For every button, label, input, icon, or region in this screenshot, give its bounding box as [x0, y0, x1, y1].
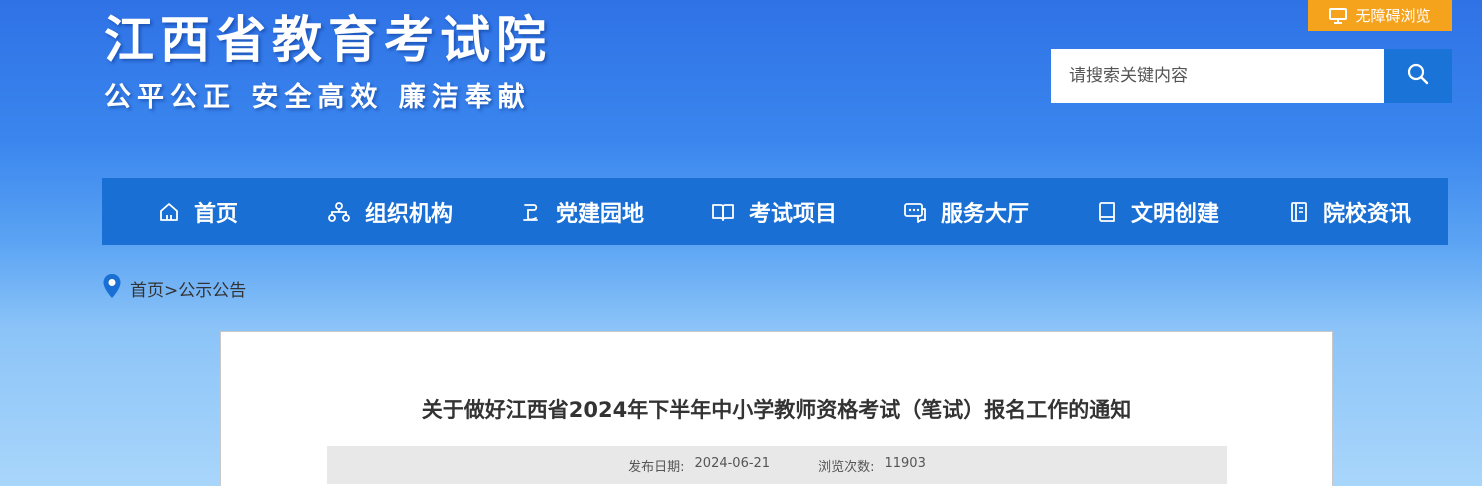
article-title: 关于做好江西省2024年下半年中小学教师资格考试（笔试）报名工作的通知: [421, 398, 1132, 422]
breadcrumb-current-link[interactable]: 公示公告: [178, 281, 246, 301]
nav-item-home[interactable]: 首页: [102, 178, 294, 245]
document-icon: [1289, 201, 1309, 223]
accessibility-label: 无障碍浏览: [1355, 7, 1431, 25]
search-box: [1051, 49, 1452, 103]
site-title: 江西省教育考试院: [104, 11, 552, 69]
home-icon: [158, 201, 180, 223]
nav-item-organization[interactable]: 组织机构: [294, 178, 486, 245]
search-icon: [1407, 63, 1429, 89]
breadcrumb: 首页>公示公告: [102, 273, 246, 304]
nav-item-school-news[interactable]: 院校资讯: [1254, 178, 1446, 245]
nav-item-label: 院校资讯: [1322, 201, 1411, 227]
nav-item-label: 文明创建: [1130, 201, 1219, 227]
book-open-icon: [711, 202, 735, 222]
site-slogan: 公平公正 安全高效 廉洁奉献: [104, 82, 531, 113]
accessibility-button[interactable]: 无障碍浏览: [1308, 0, 1452, 31]
party-building-icon: [520, 201, 542, 223]
publish-date: 2024-06-21: [694, 455, 771, 471]
nav-item-exam-projects[interactable]: 考试项目: [678, 178, 870, 245]
service-chat-icon: [903, 201, 927, 223]
nav-item-label: 首页: [193, 201, 238, 227]
main-nav: 首页 组织机构 党建园地 考试项目 服务大厅 文明创建 院校资讯: [102, 178, 1448, 245]
breadcrumb-separator: >: [164, 280, 179, 301]
breadcrumb-home-link[interactable]: 首页: [130, 281, 164, 301]
search-input[interactable]: [1051, 49, 1384, 103]
article-panel: 关于做好江西省2024年下半年中小学教师资格考试（笔试）报名工作的通知 发布日期…: [220, 331, 1333, 486]
nav-item-label: 党建园地: [555, 201, 644, 227]
nav-item-party-building[interactable]: 党建园地: [486, 178, 678, 245]
article-meta: 发布日期: 2024-06-21 浏览次数: 11903: [327, 446, 1227, 484]
nav-item-service-hall[interactable]: 服务大厅: [870, 178, 1062, 245]
nav-item-label: 组织机构: [364, 201, 453, 227]
org-chart-icon: [327, 201, 351, 223]
location-pin-icon: [102, 273, 122, 304]
search-button[interactable]: [1384, 49, 1452, 103]
publish-date-label: 发布日期:: [628, 459, 685, 475]
view-count: 11903: [884, 455, 926, 471]
nav-item-label: 服务大厅: [940, 201, 1029, 227]
view-count-label: 浏览次数:: [818, 459, 875, 475]
nav-item-civilization[interactable]: 文明创建: [1062, 178, 1254, 245]
nav-item-label: 考试项目: [748, 201, 837, 227]
monitor-icon: [1329, 7, 1348, 24]
book-icon: [1097, 201, 1117, 223]
